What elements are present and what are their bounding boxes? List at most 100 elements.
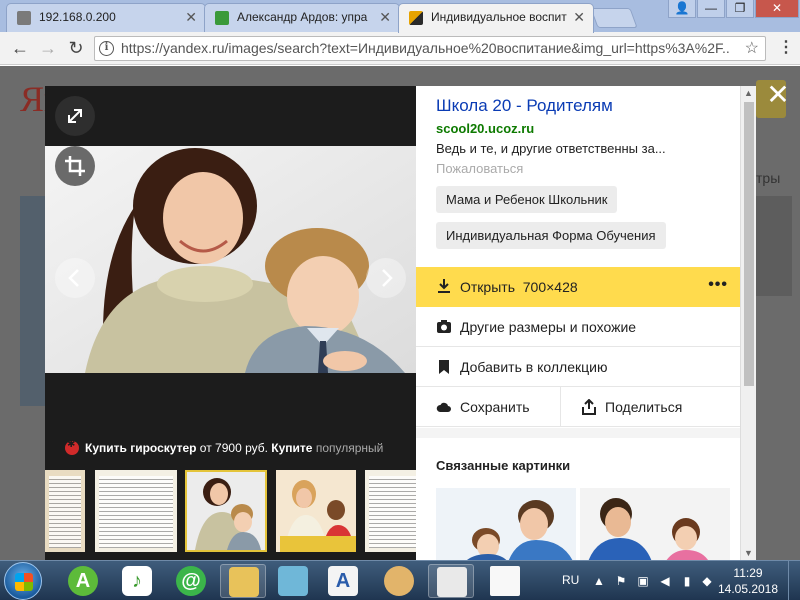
taskbar-app-adguard[interactable]: A	[60, 564, 106, 598]
tab-title: Александр Ардов: упра	[237, 10, 368, 24]
crop-icon[interactable]	[55, 146, 95, 186]
thumbnail[interactable]	[95, 470, 177, 552]
report-link[interactable]: Пожаловаться	[436, 161, 523, 176]
notepad-icon	[278, 566, 308, 596]
browser-menu-icon[interactable]: ⋮	[776, 38, 796, 58]
add-collection-label: Добавить в коллекцию	[460, 359, 608, 375]
scroll-down-icon[interactable]: ▼	[744, 548, 753, 558]
mail-at-icon: @	[176, 566, 206, 596]
open-label: Открыть 700×428	[460, 279, 578, 295]
wordpad-icon: A	[328, 566, 358, 596]
volume-icon[interactable]: ◀	[658, 574, 672, 588]
next-image-icon[interactable]	[366, 258, 406, 298]
blogger-icon	[215, 11, 229, 25]
taskbar-app-explorer[interactable]	[220, 564, 266, 598]
taskbar-app-wordpad[interactable]: A	[320, 564, 366, 598]
minimize-button[interactable]: —	[697, 0, 725, 18]
ad-title: Купить гироскутер	[85, 441, 197, 455]
flag-icon[interactable]: ⚑	[614, 574, 628, 588]
panel-scrollbar[interactable]: ▲ ▼	[740, 86, 756, 560]
forward-arrow-icon[interactable]: →	[36, 36, 60, 60]
newspaper-icon	[437, 567, 467, 597]
clock-date: 14.05.2018	[717, 582, 779, 596]
tab-blog[interactable]: Александр Ардов: упра ✕	[204, 3, 400, 32]
action-row: Сохранить Поделиться	[416, 387, 740, 427]
info-icon[interactable]: i	[99, 41, 114, 56]
scroll-up-icon[interactable]: ▲	[744, 88, 753, 98]
system-clock[interactable]: 11:29 14.05.2018	[716, 565, 780, 597]
page-icon	[17, 11, 31, 25]
source-url-link[interactable]: scool20.ucoz.ru	[436, 121, 534, 136]
taskbar-app-news[interactable]	[428, 564, 474, 598]
language-indicator[interactable]: RU	[562, 573, 579, 587]
related-image[interactable]	[580, 488, 730, 560]
bookmark-icon	[439, 360, 449, 374]
browser-tab-strip: 192.168.0.200 ✕ Александр Ардов: упра ✕ …	[0, 0, 800, 33]
filters-link: тры	[756, 170, 781, 186]
user-icon[interactable]: 👤	[668, 0, 696, 18]
adguard-icon: A	[68, 566, 98, 596]
more-options-icon[interactable]: •••	[708, 267, 728, 303]
address-bar[interactable]: i https://yandex.ru/images/search?text=И…	[94, 36, 766, 61]
thumbnail[interactable]	[45, 470, 85, 552]
ad-banner[interactable]: Купить гироскутер от 7900 руб. Купите по…	[65, 439, 384, 455]
section-gap	[416, 428, 740, 438]
back-arrow-icon[interactable]: ←	[8, 36, 32, 60]
network-icon[interactable]: ▣	[636, 574, 650, 588]
close-icon[interactable]: ✕	[379, 4, 391, 31]
open-image-button[interactable]: Открыть 700×428 •••	[416, 267, 740, 307]
windows-taskbar: A ♪ @ A RU ▲ ⚑ ▣ ◀ ▮ ◆ 11:29 14.05.2018	[0, 560, 800, 600]
close-viewer-icon[interactable]: ✕	[764, 81, 792, 110]
related-image[interactable]	[436, 488, 576, 560]
close-icon[interactable]: ✕	[573, 4, 585, 31]
ad-price: от 7900 руб.	[196, 441, 272, 455]
url-text[interactable]: https://yandex.ru/images/search?text=Инд…	[121, 37, 731, 60]
reload-icon[interactable]: ↻	[64, 36, 88, 60]
maximize-button[interactable]: ❐	[726, 0, 754, 18]
thumbnail[interactable]	[276, 470, 356, 552]
show-desktop-button[interactable]	[788, 561, 800, 600]
taskbar-app-music[interactable]: ♪	[114, 564, 160, 598]
tray-expand-icon[interactable]: ▲	[592, 574, 606, 588]
close-icon[interactable]: ✕	[185, 4, 197, 31]
tray-app-icon[interactable]: ◆	[700, 574, 714, 588]
previous-image-icon[interactable]	[55, 258, 95, 298]
tag-button[interactable]: Индивидуальная Форма Обучения	[436, 222, 666, 249]
taskbar-app-paint[interactable]	[376, 564, 422, 598]
save-button[interactable]: Сохранить	[416, 387, 560, 427]
background-thumbnails	[752, 196, 792, 296]
taskbar-app-mail[interactable]: @	[168, 564, 214, 598]
tab-title: Индивидуальное воспит	[431, 10, 567, 24]
window-close-button[interactable]: ✕	[755, 0, 799, 18]
power-icon[interactable]: ▮	[680, 574, 694, 588]
scroll-thumb[interactable]	[744, 102, 754, 386]
tag-button[interactable]: Мама и Ребенок Школьник	[436, 186, 618, 213]
other-sizes-button[interactable]: Другие размеры и похожие	[416, 307, 740, 347]
folder-icon	[229, 567, 259, 597]
bookmark-star-icon[interactable]: ☆	[745, 37, 759, 60]
main-image[interactable]	[45, 146, 416, 373]
share-label: Поделиться	[605, 399, 683, 415]
add-to-collection-button[interactable]: Добавить в коллекцию	[416, 347, 740, 387]
new-tab-button[interactable]	[590, 8, 638, 28]
music-icon: ♪	[122, 566, 152, 596]
taskbar-app-document[interactable]	[482, 564, 528, 598]
thumbnail-strip	[45, 470, 416, 552]
fullscreen-icon[interactable]	[55, 96, 95, 136]
start-button[interactable]	[4, 562, 42, 600]
source-title-link[interactable]: Школа 20 - Родителям	[436, 96, 613, 116]
thumbnail-selected[interactable]	[185, 470, 267, 552]
related-images-heading: Связанные картинки	[436, 458, 571, 473]
source-description: Ведь и те, и другие ответственны за...	[436, 141, 666, 156]
thumbnail[interactable]	[365, 470, 416, 552]
camera-search-icon	[437, 320, 451, 333]
download-icon	[438, 279, 450, 293]
share-button[interactable]: Поделиться	[561, 387, 740, 427]
tab-router[interactable]: 192.168.0.200 ✕	[6, 3, 206, 32]
ad-icon	[65, 439, 79, 455]
ad-rest: популярный	[312, 441, 384, 455]
taskbar-app-notes[interactable]	[270, 564, 316, 598]
document-icon	[490, 566, 520, 596]
tab-yandex-images[interactable]: Индивидуальное воспит ✕	[398, 3, 594, 33]
clock-time: 11:29	[733, 566, 763, 580]
